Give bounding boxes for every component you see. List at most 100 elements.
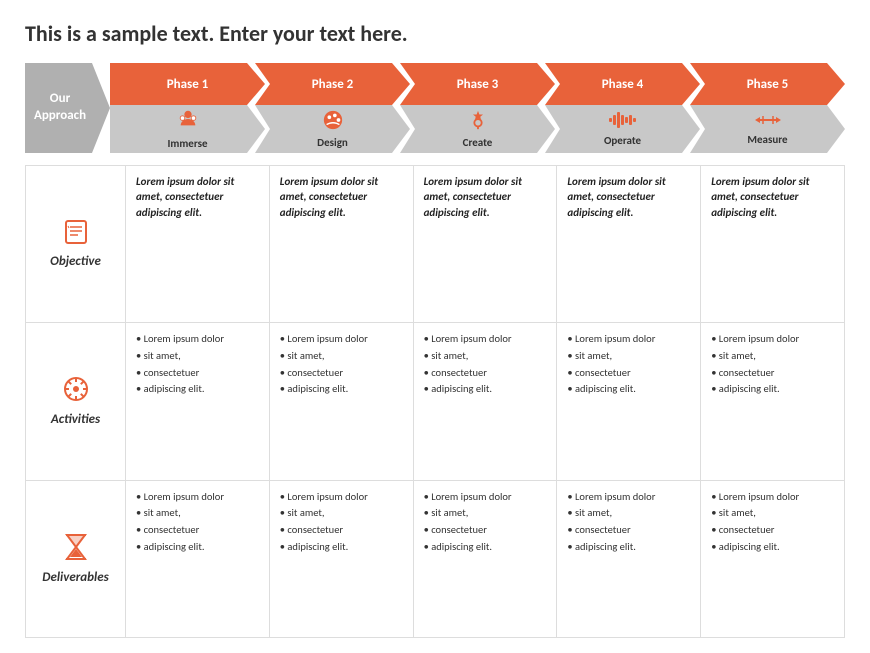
objective-cell-3: Lorem ipsum dolor sit amet, consectetuer… [414,166,558,322]
phase-5: Phase 5 Measure [690,63,845,153]
list-item: Lorem ipsum dolor [424,489,547,506]
deliverables-list-4: Lorem ipsum dolor sit amet, consectetuer… [567,489,690,556]
list-item: consectetuer [567,522,690,539]
list-item: adipiscing elit. [280,381,403,398]
list-item: consectetuer [711,522,834,539]
phase-1-icon [177,108,199,135]
phase-2: Phase 2 Design [255,63,410,153]
list-item: adipiscing elit. [424,381,547,398]
activities-cell-2: Lorem ipsum dolor sit amet, consectetuer… [270,323,414,479]
phase-1: Phase 1 Immerse [110,63,265,153]
phase-5-icon [755,112,781,131]
phase-2-label: Phase 2 [312,77,354,92]
activities-cell-1: Lorem ipsum dolor sit amet, consectetuer… [126,323,270,479]
list-item: Lorem ipsum dolor [280,331,403,348]
deliverables-row: Deliverables Lorem ipsum dolor sit amet,… [26,481,844,637]
deliverables-list-1: Lorem ipsum dolor sit amet, consectetuer… [136,489,259,556]
list-item: adipiscing elit. [280,539,403,556]
list-item: consectetuer [424,522,547,539]
deliverables-cell-1: Lorem ipsum dolor sit amet, consectetuer… [126,481,270,637]
deliverables-list-2: Lorem ipsum dolor sit amet, consectetuer… [280,489,403,556]
phase-5-label: Phase 5 [747,77,789,92]
deliverables-icon [64,533,88,566]
activities-list-4: Lorem ipsum dolor sit amet, consectetuer… [567,331,690,398]
activities-row: Activities Lorem ipsum dolor sit amet, c… [26,323,844,480]
list-item: consectetuer [280,522,403,539]
list-item: adipiscing elit. [136,381,259,398]
objective-icon [63,219,89,250]
objective-cell-2: Lorem ipsum dolor sit amet, consectetuer… [270,166,414,322]
table-section: Objective Lorem ipsum dolor sit amet, co… [25,165,845,638]
deliverables-header: Deliverables [26,481,126,637]
list-item: Lorem ipsum dolor [136,489,259,506]
deliverables-cell-5: Lorem ipsum dolor sit amet, consectetuer… [701,481,844,637]
phase-banner: OurApproach Phase 1 Immerse [25,63,845,153]
objective-cell-5: Lorem ipsum dolor sit amet, consectetuer… [701,166,844,322]
phase-4-sublabel: Operate [604,134,641,147]
list-item: consectetuer [424,365,547,382]
activities-list-1: Lorem ipsum dolor sit amet, consectetuer… [136,331,259,398]
phase-3-sublabel: Create [463,136,493,149]
objective-cell-1: Lorem ipsum dolor sit amet, consectetuer… [126,166,270,322]
deliverables-label: Deliverables [42,570,108,585]
list-item: sit amet, [711,348,834,365]
page-container: This is a sample text. Enter your text h… [0,0,870,653]
phase-3-label: Phase 3 [457,77,499,92]
phase-4-icon [609,111,637,132]
page-title: This is a sample text. Enter your text h… [25,20,845,47]
list-item: Lorem ipsum dolor [424,331,547,348]
list-item: adipiscing elit. [711,539,834,556]
list-item: consectetuer [136,365,259,382]
list-item: consectetuer [711,365,834,382]
deliverables-cell-4: Lorem ipsum dolor sit amet, consectetuer… [557,481,701,637]
objective-cell-4: Lorem ipsum dolor sit amet, consectetuer… [557,166,701,322]
activities-label: Activities [51,412,100,427]
objective-header: Objective [26,166,126,322]
list-item: adipiscing elit. [424,539,547,556]
phase-4-label: Phase 4 [602,77,644,92]
list-item: Lorem ipsum dolor [136,331,259,348]
deliverables-cell-3: Lorem ipsum dolor sit amet, consectetuer… [414,481,558,637]
list-item: sit amet, [711,505,834,522]
activities-header: Activities [26,323,126,479]
list-item: Lorem ipsum dolor [567,331,690,348]
activities-cell-3: Lorem ipsum dolor sit amet, consectetuer… [414,323,558,479]
list-item: sit amet, [567,505,690,522]
list-item: consectetuer [280,365,403,382]
list-item: Lorem ipsum dolor [567,489,690,506]
list-item: sit amet, [280,348,403,365]
list-item: adipiscing elit. [567,539,690,556]
deliverables-list-3: Lorem ipsum dolor sit amet, consectetuer… [424,489,547,556]
list-item: Lorem ipsum dolor [711,331,834,348]
phase-1-sublabel: Immerse [167,137,207,150]
list-item: Lorem ipsum dolor [711,489,834,506]
deliverables-cell-2: Lorem ipsum dolor sit amet, consectetuer… [270,481,414,637]
phase-3-icon [467,109,489,134]
approach-label: OurApproach [25,63,110,153]
list-item: sit amet, [424,505,547,522]
deliverables-list-5: Lorem ipsum dolor sit amet, consectetuer… [711,489,834,556]
activities-list-2: Lorem ipsum dolor sit amet, consectetuer… [280,331,403,398]
list-item: adipiscing elit. [567,381,690,398]
phase-3: Phase 3 Create [400,63,555,153]
list-item: consectetuer [136,522,259,539]
list-item: consectetuer [567,365,690,382]
list-item: sit amet, [280,505,403,522]
activities-cell-5: Lorem ipsum dolor sit amet, consectetuer… [701,323,844,479]
list-item: sit amet, [424,348,547,365]
list-item: adipiscing elit. [711,381,834,398]
phase-2-sublabel: Design [317,136,348,149]
phase-2-icon [322,109,344,134]
activities-icon [62,375,90,408]
list-item: sit amet, [567,348,690,365]
list-item: Lorem ipsum dolor [280,489,403,506]
list-item: sit amet, [136,505,259,522]
list-item: sit amet, [136,348,259,365]
objective-row: Objective Lorem ipsum dolor sit amet, co… [26,166,844,323]
phase-1-label: Phase 1 [167,77,209,92]
phase-4: Phase 4 Operate [545,63,700,153]
objective-label: Objective [50,254,101,269]
activities-cell-4: Lorem ipsum dolor sit amet, consectetuer… [557,323,701,479]
activities-list-3: Lorem ipsum dolor sit amet, consectetuer… [424,331,547,398]
phase-5-sublabel: Measure [747,133,787,146]
